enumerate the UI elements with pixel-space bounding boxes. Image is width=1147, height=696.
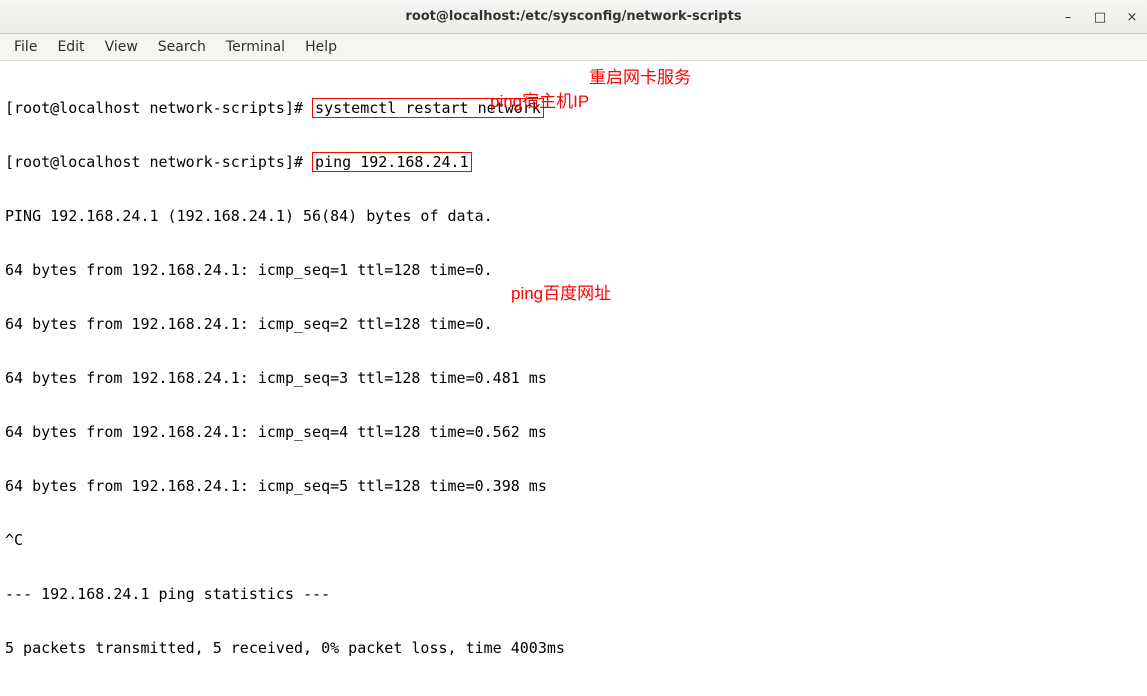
titlebar: root@localhost:/etc/sysconfig/network-sc… <box>0 0 1147 34</box>
annotation-ping-baidu: ping百度网址 <box>511 279 611 304</box>
shell-prompt: [root@localhost network-scripts]# <box>5 99 312 117</box>
close-button[interactable]: × <box>1123 8 1141 26</box>
terminal-line: 64 bytes from 192.168.24.1: icmp_seq=5 t… <box>5 477 1145 495</box>
menu-terminal[interactable]: Terminal <box>216 36 295 58</box>
menu-search[interactable]: Search <box>148 36 216 58</box>
window-title: root@localhost:/etc/sysconfig/network-sc… <box>0 9 1147 24</box>
shell-prompt: [root@localhost network-scripts]# <box>5 153 312 171</box>
annotation-restart: 重启网卡服务 <box>589 63 691 88</box>
command-ping-host: ping 192.168.24.1 <box>312 152 472 172</box>
window-controls: – □ × <box>1059 0 1141 34</box>
terminal-line: 64 bytes from 192.168.24.1: icmp_seq=1 t… <box>5 261 1145 279</box>
terminal-output[interactable]: [root@localhost network-scripts]# system… <box>5 63 1145 690</box>
maximize-button[interactable]: □ <box>1091 8 1109 26</box>
annotation-ping-host: ping宿主机IP <box>490 87 589 112</box>
menu-edit[interactable]: Edit <box>47 36 94 58</box>
terminal-line: 64 bytes from 192.168.24.1: icmp_seq=2 t… <box>5 315 1145 333</box>
terminal-line: 5 packets transmitted, 5 received, 0% pa… <box>5 639 1145 657</box>
menu-view[interactable]: View <box>95 36 148 58</box>
terminal-line: 64 bytes from 192.168.24.1: icmp_seq=4 t… <box>5 423 1145 441</box>
minimize-button[interactable]: – <box>1059 8 1077 26</box>
menu-help[interactable]: Help <box>295 36 347 58</box>
menubar: File Edit View Search Terminal Help <box>0 34 1147 61</box>
terminal-line: PING 192.168.24.1 (192.168.24.1) 56(84) … <box>5 207 1145 225</box>
terminal-line: --- 192.168.24.1 ping statistics --- <box>5 585 1145 603</box>
terminal-line: ^C <box>5 531 1145 549</box>
terminal-line: 64 bytes from 192.168.24.1: icmp_seq=3 t… <box>5 369 1145 387</box>
menu-file[interactable]: File <box>4 36 47 58</box>
